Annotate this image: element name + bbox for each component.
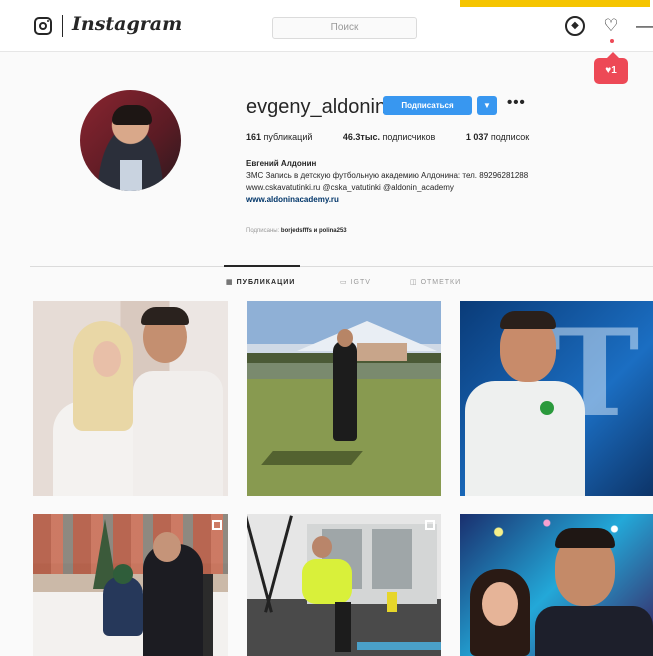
post-figure <box>540 401 554 415</box>
post-figure <box>555 528 615 548</box>
posts-label: публикаций <box>261 132 313 142</box>
post-figure <box>357 343 407 361</box>
post-figure <box>387 592 397 612</box>
following-count: 1 037 <box>465 132 489 142</box>
avatar-hair <box>112 105 152 125</box>
post-figure <box>333 341 357 441</box>
tab-publications-label: ПУБЛИКАЦИИ <box>236 279 296 286</box>
post-figure <box>93 341 121 377</box>
full-name: Евгений Алдонин <box>246 159 317 168</box>
yellow-banner-strip <box>460 0 650 7</box>
instagram-profile-page: Instagram Поиск ◆ ♡ — ♥1 evgeny_aldonin … <box>0 0 653 656</box>
tag-icon: ◫ <box>410 279 421 286</box>
post-thumbnail[interactable]: T <box>460 301 653 496</box>
post-figure <box>302 559 352 604</box>
bio-line-1: ЗМС Запись в детскую футбольную академию… <box>246 171 529 180</box>
carousel-icon <box>212 520 222 530</box>
post-thumbnail[interactable] <box>247 301 441 496</box>
post-thumbnail[interactable] <box>33 301 228 496</box>
post-figure <box>465 381 585 496</box>
bio-line-2[interactable]: www.cskavatutinki.ru @cska_vatutinki @al… <box>246 182 626 194</box>
post-figure <box>264 515 293 613</box>
active-tab-indicator <box>224 265 300 267</box>
igtv-icon: ▭ <box>340 279 351 286</box>
profile-username: evgeny_aldonin <box>246 96 387 118</box>
notification-badge[interactable]: ♥1 <box>594 52 628 84</box>
post-thumbnail[interactable] <box>247 514 441 656</box>
followed-by[interactable]: Подписаны: borjedsfffs и polina253 <box>246 228 347 234</box>
follow-button[interactable]: Подписаться <box>383 96 472 115</box>
followed-by-prefix: Подписаны: <box>246 228 281 234</box>
tab-tagged-label: ОТМЕТКИ <box>420 279 462 286</box>
instagram-wordmark[interactable]: Instagram <box>72 13 182 35</box>
search-input[interactable]: Поиск <box>272 17 417 39</box>
tabs-divider <box>30 266 653 267</box>
tab-igtv-label: IGTV <box>350 279 371 286</box>
options-button[interactable]: ••• <box>507 94 526 111</box>
suggestions-dropdown-button[interactable]: ▼ <box>477 96 497 115</box>
top-nav-bar: Instagram Поиск ◆ ♡ — <box>0 0 653 52</box>
post-figure <box>357 642 441 650</box>
post-figure <box>141 307 189 325</box>
post-figure <box>143 544 203 656</box>
following-stat[interactable]: 1 037 подписок <box>466 132 543 142</box>
post-figure <box>535 606 653 656</box>
post-figure <box>203 574 213 656</box>
post-figure <box>133 371 223 496</box>
post-figure <box>103 576 143 636</box>
followers-count: 46.3тыс. <box>342 132 381 142</box>
followers-stat[interactable]: 46.3тыс. подписчиков <box>343 132 449 142</box>
posts-count: 161 <box>246 132 262 142</box>
compass-icon[interactable]: ◆ <box>565 16 585 36</box>
followed-by-names: borjedsfffs и polina253 <box>280 228 347 234</box>
posts-stat: 161 публикаций <box>246 132 326 142</box>
post-figure <box>312 536 332 558</box>
post-figure <box>113 564 133 584</box>
tab-igtv[interactable]: ▭ IGTV <box>340 278 371 286</box>
more-icon[interactable]: — <box>636 16 653 36</box>
instagram-camera-icon[interactable] <box>34 17 52 35</box>
profile-stats: 161 публикаций 46.3тыс. подписчиков 1 03… <box>246 132 557 142</box>
activity-dot <box>610 39 614 43</box>
tab-tagged[interactable]: ◫ ОТМЕТКИ <box>410 278 461 286</box>
website-link[interactable]: www.aldoninacademy.ru <box>246 194 626 206</box>
post-figure <box>372 529 412 589</box>
logo-divider <box>62 15 63 37</box>
avatar[interactable] <box>80 90 181 191</box>
avatar-shirt <box>120 160 142 191</box>
profile-bio: Евгений Алдонин ЗМС Запись в детскую фут… <box>246 158 626 206</box>
post-thumbnail[interactable] <box>460 514 653 656</box>
post-figure <box>335 602 351 652</box>
heart-icon[interactable]: ♡ <box>601 16 621 36</box>
post-figure <box>261 451 363 465</box>
tab-publications[interactable]: ▦ ПУБЛИКАЦИИ <box>226 278 295 286</box>
post-thumbnail[interactable] <box>33 514 228 656</box>
post-figure <box>500 311 556 329</box>
carousel-icon <box>425 520 435 530</box>
post-figure <box>337 329 353 347</box>
followers-label: подписчиков <box>380 132 436 142</box>
post-figure <box>153 532 181 562</box>
grid-icon: ▦ <box>226 279 237 286</box>
following-label: подписок <box>488 132 530 142</box>
post-figure <box>482 582 518 626</box>
